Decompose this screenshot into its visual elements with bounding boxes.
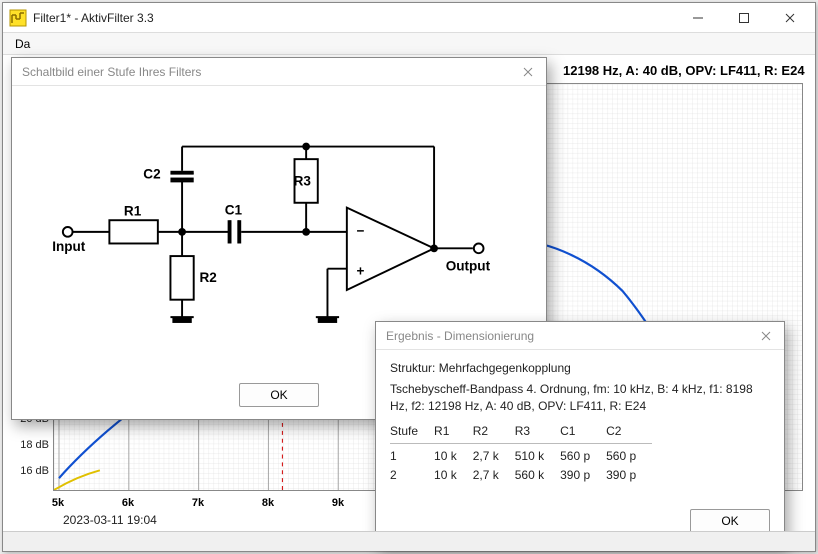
svg-text:R1: R1 (124, 203, 142, 218)
x-tick: 7k (192, 497, 204, 509)
y-tick: 16 dB (11, 465, 49, 477)
app-icon (9, 9, 27, 27)
result-ok-button[interactable]: OK (690, 509, 770, 533)
result-dialog[interactable]: Ergebnis - Dimensionierung Struktur: Meh… (375, 321, 785, 546)
minimize-button[interactable] (675, 4, 721, 32)
result-body: Struktur: Mehrfachgegenkopplung Tschebys… (376, 350, 784, 499)
result-dialog-close-button[interactable] (752, 324, 780, 348)
y-tick: 18 dB (11, 439, 49, 451)
result-dialog-title: Ergebnis - Dimensionierung (386, 329, 752, 343)
table-header-row: Stufe R1 R2 R3 C1 C2 (390, 422, 652, 443)
col-r1: R1 (434, 422, 473, 443)
svg-text:R2: R2 (200, 270, 217, 285)
svg-text:−: − (357, 224, 365, 239)
schematic-dialog-close-button[interactable] (514, 60, 542, 84)
col-r3: R3 (515, 422, 560, 443)
col-c1: C1 (560, 422, 606, 443)
svg-text:C2: C2 (143, 167, 160, 182)
x-tick: 5k (52, 497, 64, 509)
schematic-dialog-title: Schaltbild einer Stufe Ihres Filters (22, 65, 514, 79)
menubar[interactable]: Da (3, 33, 815, 55)
result-table: Stufe R1 R2 R3 C1 C2 1 10 k 2,7 k (390, 422, 652, 484)
status-bar (3, 531, 815, 551)
maximize-button[interactable] (721, 4, 767, 32)
x-tick: 9k (332, 497, 344, 509)
svg-text:Output: Output (446, 259, 491, 274)
schematic-ok-button[interactable]: OK (239, 383, 319, 407)
app-window: Filter1* - AktivFilter 3.3 Da 12198 Hz, … (2, 2, 816, 552)
table-row: 2 10 k 2,7 k 560 k 390 p 390 p (390, 466, 652, 485)
result-dialog-titlebar[interactable]: Ergebnis - Dimensionierung (376, 322, 784, 350)
svg-text:C1: C1 (225, 202, 243, 217)
chart-timestamp: 2023-03-11 19:04 (63, 513, 157, 527)
table-row: 1 10 k 2,7 k 510 k 560 p 560 p (390, 444, 652, 466)
svg-text:R3: R3 (294, 173, 312, 188)
window-buttons (675, 4, 813, 32)
schematic-diagram: .wire { stroke:#000; stroke-width:2; fil… (26, 96, 532, 358)
main-titlebar[interactable]: Filter1* - AktivFilter 3.3 (3, 3, 815, 33)
menu-item[interactable]: Da (7, 35, 38, 53)
x-tick: 8k (262, 497, 274, 509)
svg-text:+: + (357, 263, 365, 278)
structure-value: Mehrfachgegenkopplung (439, 361, 571, 375)
chart-summary: 12198 Hz, A: 40 dB, OPV: LF411, R: E24 (563, 63, 805, 78)
window-title: Filter1* - AktivFilter 3.3 (33, 11, 154, 25)
client-area: 12198 Hz, A: 40 dB, OPV: LF411, R: E24 2… (3, 55, 815, 551)
result-description: Tschebyscheff-Bandpass 4. Ordnung, fm: 1… (390, 381, 770, 415)
svg-text:Input: Input (52, 239, 86, 254)
col-stufe: Stufe (390, 422, 434, 443)
col-r2: R2 (473, 422, 515, 443)
schematic-dialog-titlebar[interactable]: Schaltbild einer Stufe Ihres Filters (12, 58, 546, 86)
structure-label: Struktur: (390, 361, 435, 375)
col-c2: C2 (606, 422, 652, 443)
close-button[interactable] (767, 4, 813, 32)
x-tick: 6k (122, 497, 134, 509)
